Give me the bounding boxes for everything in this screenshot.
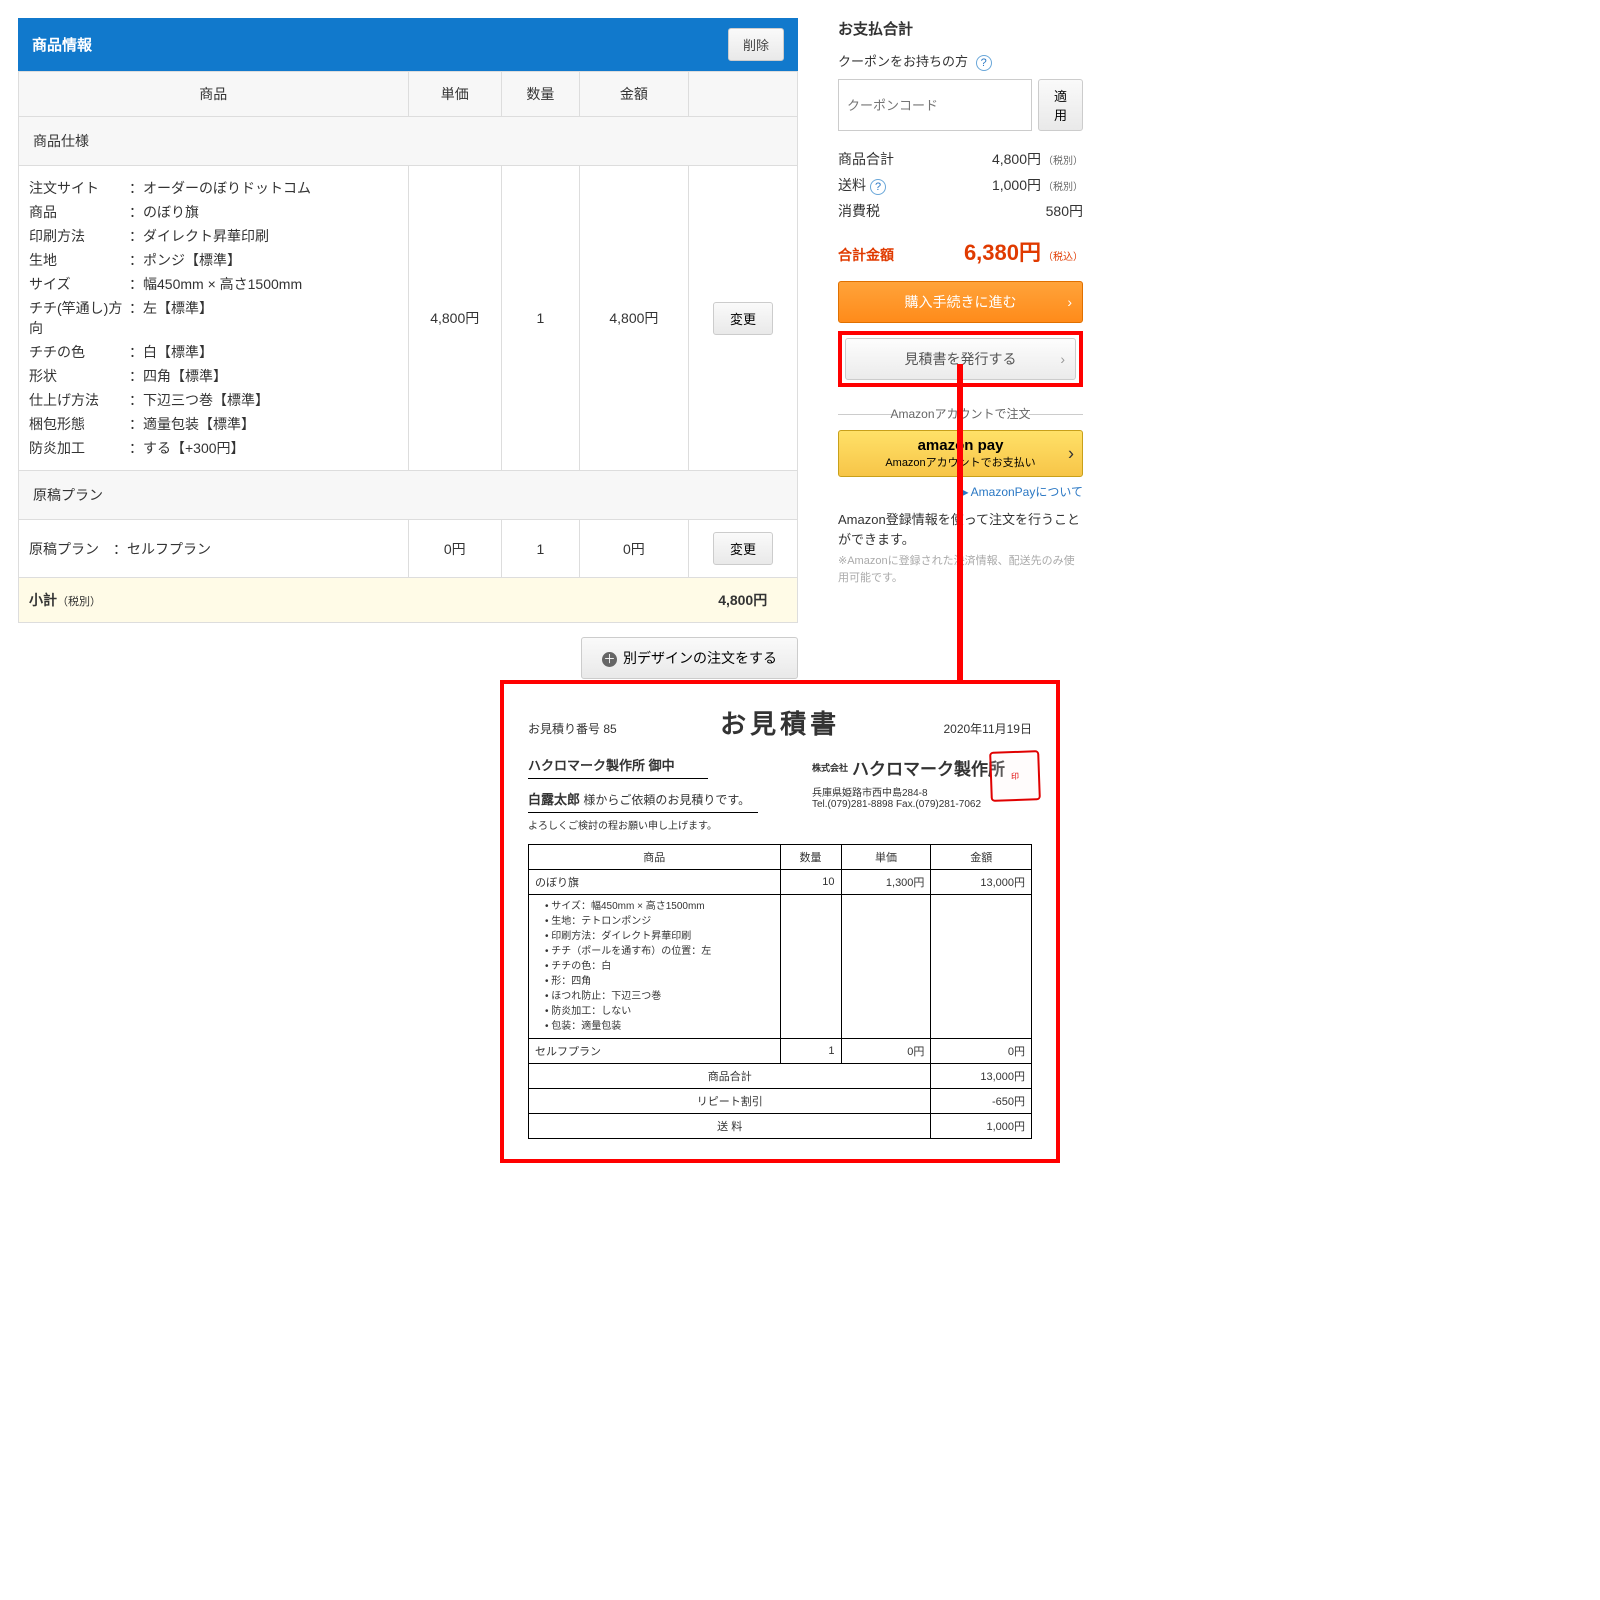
help-icon[interactable]: ? [870,179,886,195]
cart-header: 商品情報 削除 [18,18,798,71]
plan-price: 0円 [408,520,501,578]
coupon-input[interactable] [838,79,1032,131]
estimate-title: お見積書 [720,704,840,741]
estimate-recipient: ハクロマーク製作所 御中 [528,755,708,779]
estimate-spec-item: 形：四角 [545,974,774,989]
estimate-spec-item: 防炎加工：しない [545,1004,774,1019]
col-product: 商品 [19,72,409,117]
amazon-separator: Amazonアカウントで注文 [838,405,1083,422]
apply-coupon-button[interactable]: 適用 [1038,79,1083,131]
company-seal-icon: 印 [989,750,1041,802]
plan-section-label: 原稿プラン [19,471,798,520]
change-item-button[interactable]: 変更 [713,302,773,335]
sum-ship: 送料? 1,000円（税別） [838,175,1083,195]
amazon-info-link[interactable]: ▶AmazonPayについて [838,483,1083,500]
estimate-spec-item: チチの色：白 [545,959,774,974]
cart-header-title: 商品情報 [32,34,92,55]
quote-highlight-box: 見積書を発行する › [838,331,1083,387]
cart-table: 商品 単価 数量 金額 商品仕様 注文サイトオーダーのぼりドットコム 商品のぼり… [18,71,798,623]
sum-tax: 消費税 580円 [838,201,1083,221]
estimate-preview: お見積り番号 85 お見積書 2020年11月19日 ハクロマーク製作所 御中 … [500,680,1060,1163]
plan-amount: 0円 [579,520,688,578]
estimate-spec-cell: サイズ：幅450mm × 高さ1500mm生地：テトロンポンジ印刷方法：ダイレク… [529,895,781,1039]
estimate-spec-item: チチ（ポールを通す布）の位置：左 [545,944,774,959]
estimate-spec-item: サイズ：幅450mm × 高さ1500mm [545,899,774,914]
col-action [688,72,797,117]
estimate-greeting: よろしくご検討の程お願い申し上げます。 [528,817,812,832]
amazon-pay-button[interactable]: amazon pay Amazonアカウントでお支払い › [838,430,1083,477]
estimate-spec-item: ほつれ防止：下辺三つ巻 [545,989,774,1004]
estimate-customer: 白露太郎 様からご依頼のお見積りです。 [528,789,758,813]
plan-cell: 原稿プラン ：セルフプラン [19,520,409,578]
item-amount: 4,800円 [579,166,688,471]
proceed-button[interactable]: 購入手続きに進む › [838,281,1083,323]
estimate-spec-item: 包装：適量包装 [545,1019,774,1034]
summary-title: お支払合計 [838,18,1083,39]
amazon-desc: Amazon登録情報を使って注文を行うことができます。 [838,510,1083,549]
chevron-right-icon: › [1060,351,1065,367]
chevron-right-icon: › [1067,294,1072,310]
plan-qty: 1 [501,520,579,578]
estimate-date: 2020年11月19日 [943,720,1032,737]
estimate-spec-item: 印刷方法：ダイレクト昇華印刷 [545,929,774,944]
estimate-number: お見積り番号 85 [528,720,617,737]
other-design-button[interactable]: ＋別デザインの注文をする [581,637,798,679]
triangle-right-icon: ▶ [959,485,968,499]
delete-button[interactable]: 削除 [728,28,784,61]
col-unit-price: 単価 [408,72,501,117]
spec-cell: 注文サイトオーダーのぼりドットコム 商品のぼり旗 印刷方法ダイレクト昇華印刷 生… [19,166,409,471]
col-amount: 金額 [579,72,688,117]
coupon-label: クーポンをお持ちの方 ? [838,51,1083,71]
chevron-right-icon: › [1068,443,1074,464]
item-unit-price: 4,800円 [408,166,501,471]
item-qty: 1 [501,166,579,471]
col-qty: 数量 [501,72,579,117]
total-line: 合計金額 6,380円（税込） [838,235,1083,267]
estimate-spec-item: 生地：テトロンポンジ [545,914,774,929]
subtotal-note: （税別） [57,596,101,608]
quote-button[interactable]: 見積書を発行する › [845,338,1076,380]
help-icon[interactable]: ? [976,55,992,71]
estimate-table: 商品 数量 単価 金額 のぼり旗 10 1,300円 13,000円 サイズ：幅… [528,844,1032,1139]
subtotal-value: 4,800円 [688,578,797,623]
amazon-note: ※Amazonに登録された決済情報、配送先のみ使用可能です。 [838,553,1083,586]
change-plan-button[interactable]: 変更 [713,532,773,565]
plus-icon: ＋ [602,652,617,667]
subtotal-label: 小計 [29,592,57,608]
spec-section-label: 商品仕様 [19,117,798,166]
sum-goods: 商品合計 4,800円（税別） [838,149,1083,169]
